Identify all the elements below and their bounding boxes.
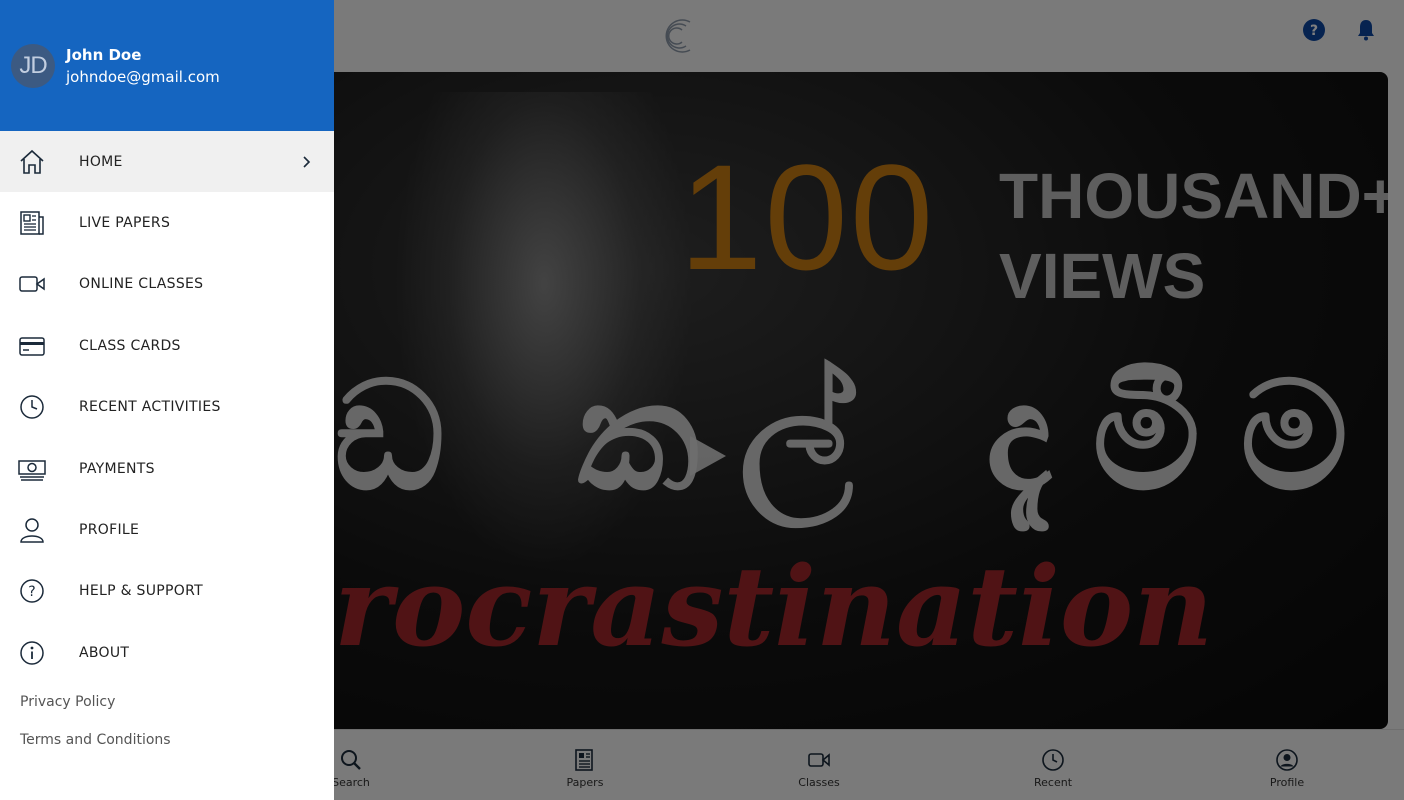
menu-item-label: HELP & SUPPORT bbox=[79, 583, 203, 600]
user-email: johndoe@gmail.com bbox=[66, 68, 220, 86]
menu-item-label: RECENT ACTIVITIES bbox=[79, 399, 221, 416]
menu-item-label: LIVE PAPERS bbox=[79, 215, 171, 232]
drawer-header: JD John Doe johndoe@gmail.com bbox=[0, 0, 334, 131]
menu-item-label: CLASS CARDS bbox=[79, 337, 181, 354]
menu-item-recent-activities[interactable]: RECENT ACTIVITIES bbox=[0, 377, 334, 438]
menu-item-label: ONLINE CLASSES bbox=[79, 276, 204, 293]
user-name: John Doe bbox=[66, 46, 142, 64]
menu-item-class-cards[interactable]: CLASS CARDS bbox=[0, 315, 334, 376]
home-icon bbox=[18, 148, 46, 176]
privacy-policy-link[interactable]: Privacy Policy bbox=[20, 694, 115, 710]
menu-item-label: PROFILE bbox=[79, 522, 140, 539]
menu-item-label: HOME bbox=[79, 153, 123, 170]
menu-item-online-classes[interactable]: ONLINE CLASSES bbox=[0, 254, 334, 315]
menu-item-about[interactable]: ABOUT bbox=[0, 622, 334, 683]
person-icon bbox=[18, 516, 46, 544]
menu-item-live-papers[interactable]: LIVE PAPERS bbox=[0, 192, 334, 253]
info-icon bbox=[18, 639, 46, 667]
terms-conditions-link[interactable]: Terms and Conditions bbox=[20, 732, 171, 748]
drawer-menu: HOME LIVE PAPERS ONLINE CLASSES CLASS CA… bbox=[0, 131, 334, 684]
cash-icon bbox=[18, 455, 46, 483]
avatar: JD bbox=[11, 44, 55, 88]
menu-item-help-support[interactable]: ? HELP & SUPPORT bbox=[0, 561, 334, 622]
menu-item-profile[interactable]: PROFILE bbox=[0, 499, 334, 560]
svg-text:?: ? bbox=[28, 584, 35, 600]
video-camera-icon bbox=[18, 270, 46, 298]
navigation-drawer: JD John Doe johndoe@gmail.com HOME LIVE … bbox=[0, 0, 334, 800]
menu-item-payments[interactable]: PAYMENTS bbox=[0, 438, 334, 499]
menu-item-label: PAYMENTS bbox=[79, 460, 155, 477]
clock-icon bbox=[18, 393, 46, 421]
credit-card-icon bbox=[18, 332, 46, 360]
menu-item-label: ABOUT bbox=[79, 644, 130, 661]
help-circle-icon: ? bbox=[18, 577, 46, 605]
newspaper-icon bbox=[18, 209, 46, 237]
menu-item-home[interactable]: HOME bbox=[0, 131, 334, 193]
chevron-right-icon bbox=[303, 156, 311, 168]
